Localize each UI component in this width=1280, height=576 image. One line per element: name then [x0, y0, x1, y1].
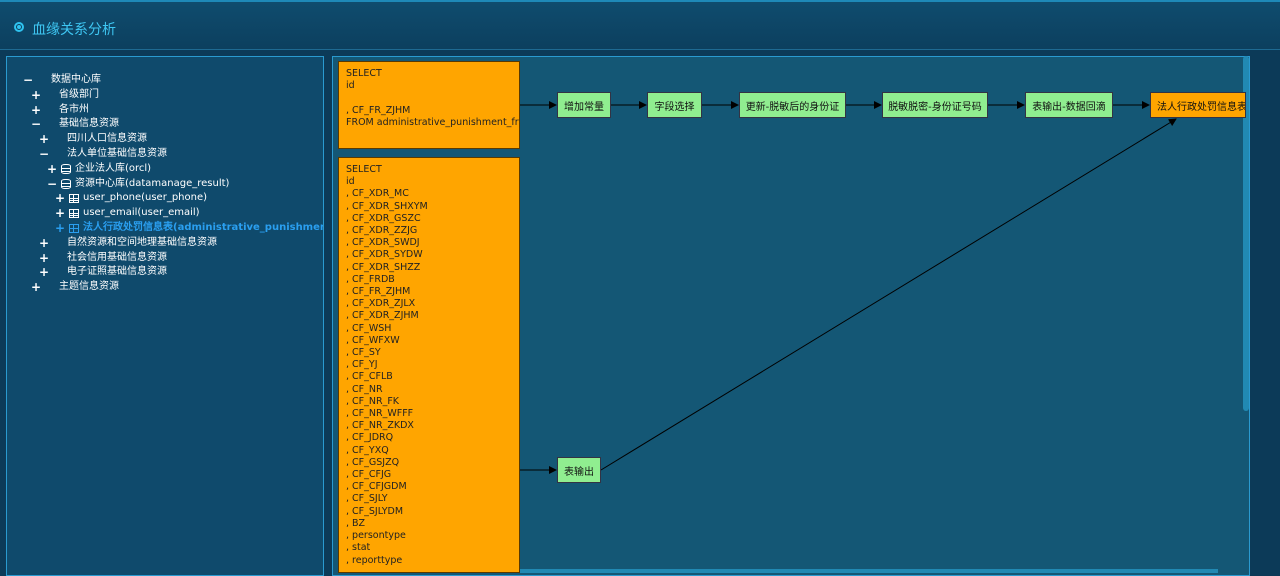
collapse-icon[interactable]: −: [39, 147, 49, 162]
grid-icon: [45, 121, 55, 129]
step-table-output[interactable]: 表输出: [557, 457, 601, 483]
tree-node-label: 自然资源和空间地理基础信息资源: [67, 236, 217, 248]
tree-panel: − 数据中心库 + 省级部门 + 各市州 − 基础信息资源 + 四川人口信息资源 − 法人单位基础信息…: [6, 56, 324, 576]
tree-node-label: user_phone(user_phone): [83, 192, 208, 204]
tree-node[interactable]: + 自然资源和空间地理基础信息资源: [23, 236, 323, 251]
tree-node[interactable]: + 法人行政处罚信息表(administrative_punishment: [23, 221, 324, 236]
expand-icon[interactable]: +: [31, 103, 41, 118]
tree-node[interactable]: + user_phone(user_phone): [23, 191, 323, 206]
collapse-icon[interactable]: −: [47, 177, 57, 192]
expand-icon[interactable]: +: [39, 265, 49, 280]
tree-node[interactable]: + 社会信用基础信息资源: [23, 251, 323, 266]
database-icon: [61, 178, 71, 189]
step-update-idcard[interactable]: 更新-脱敏后的身份证: [739, 92, 846, 118]
expand-icon[interactable]: +: [39, 236, 49, 251]
grid-icon: [53, 254, 63, 262]
grid-icon: [53, 269, 63, 277]
resource-tree: − 数据中心库 + 省级部门 + 各市州 − 基础信息资源 + 四川人口信息资源 − 法人单位基础信息…: [23, 73, 324, 295]
table-icon: [69, 194, 79, 204]
tree-node[interactable]: + user_email(user_email): [23, 206, 323, 221]
tree-node[interactable]: − 资源中心库(datamanage_result): [23, 177, 323, 192]
header-divider: [0, 49, 1280, 50]
grid-icon: [45, 91, 55, 99]
tree-node-label: 数据中心库: [51, 74, 101, 85]
sql-source-box-1[interactable]: SELECT id , CF_FR_ZJHM FROM administrati…: [338, 61, 520, 149]
step-field-select[interactable]: 字段选择: [647, 92, 702, 118]
tree-node[interactable]: − 法人单位基础信息资源: [23, 147, 323, 162]
expand-icon[interactable]: +: [39, 251, 49, 266]
step-desensitize-idcard[interactable]: 脱敏脱密-身份证号码: [882, 92, 988, 118]
grid-icon: [53, 150, 63, 158]
tree-node-label: 省级部门: [59, 88, 99, 100]
sql-source-box-2[interactable]: SELECT id , CF_XDR_MC , CF_XDR_SHXYM , C…: [338, 157, 520, 573]
tree-node-label: 资源中心库(datamanage_result): [75, 177, 230, 189]
tree-node[interactable]: + 省级部门: [23, 88, 323, 103]
tree-node-label: 法人单位基础信息资源: [67, 147, 167, 159]
step-add-constant[interactable]: 增加常量: [557, 92, 611, 118]
tree-node-label: 主题信息资源: [59, 281, 119, 293]
expand-icon[interactable]: +: [39, 132, 49, 147]
tree-node[interactable]: + 电子证照基础信息资源: [23, 265, 323, 280]
page-header: 血缘关系分析: [0, 0, 1280, 50]
header-bullet-icon: [14, 22, 24, 32]
tree-node[interactable]: + 各市州: [23, 103, 323, 118]
expand-icon[interactable]: +: [55, 206, 65, 221]
grid-icon: [53, 239, 63, 247]
expand-icon[interactable]: +: [31, 88, 41, 103]
step-table-output-writeback[interactable]: 表输出-数据回滴: [1025, 92, 1113, 118]
tree-node[interactable]: + 企业法人库(orcl): [23, 162, 323, 177]
collapse-icon[interactable]: −: [23, 73, 33, 88]
grid-icon: [45, 106, 55, 114]
tree-node-label: 社会信用基础信息资源: [67, 251, 167, 263]
tree-node-label: 各市州: [59, 103, 89, 115]
grid-icon: [37, 76, 47, 84]
table-icon: [69, 209, 79, 219]
database-icon: [61, 164, 71, 175]
tree-node-label: 基础信息资源: [59, 118, 119, 130]
tree-node-label: 电子证照基础信息资源: [67, 266, 167, 278]
collapse-icon[interactable]: −: [31, 117, 41, 132]
tree-node[interactable]: + 主题信息资源: [23, 280, 323, 295]
grid-icon: [45, 284, 55, 292]
tree-node-label: 企业法人库(orcl): [75, 162, 152, 174]
expand-icon[interactable]: +: [55, 191, 65, 206]
page-title: 血缘关系分析: [32, 22, 116, 38]
tree-node[interactable]: + 四川人口信息资源: [23, 132, 323, 147]
table-icon: [69, 223, 79, 233]
expand-icon[interactable]: +: [55, 221, 65, 236]
tree-node-label: user_email(user_email): [83, 207, 200, 219]
target-table-node[interactable]: 法人行政处罚信息表: [1150, 92, 1246, 118]
tree-node-label: 法人行政处罚信息表(administrative_punishment: [83, 221, 324, 233]
tree-node-label: 四川人口信息资源: [67, 133, 147, 145]
grid-icon: [53, 136, 63, 144]
expand-icon[interactable]: +: [47, 162, 57, 177]
expand-icon[interactable]: +: [31, 280, 41, 295]
tree-node[interactable]: − 基础信息资源: [23, 117, 323, 132]
tree-node[interactable]: − 数据中心库: [23, 73, 323, 88]
